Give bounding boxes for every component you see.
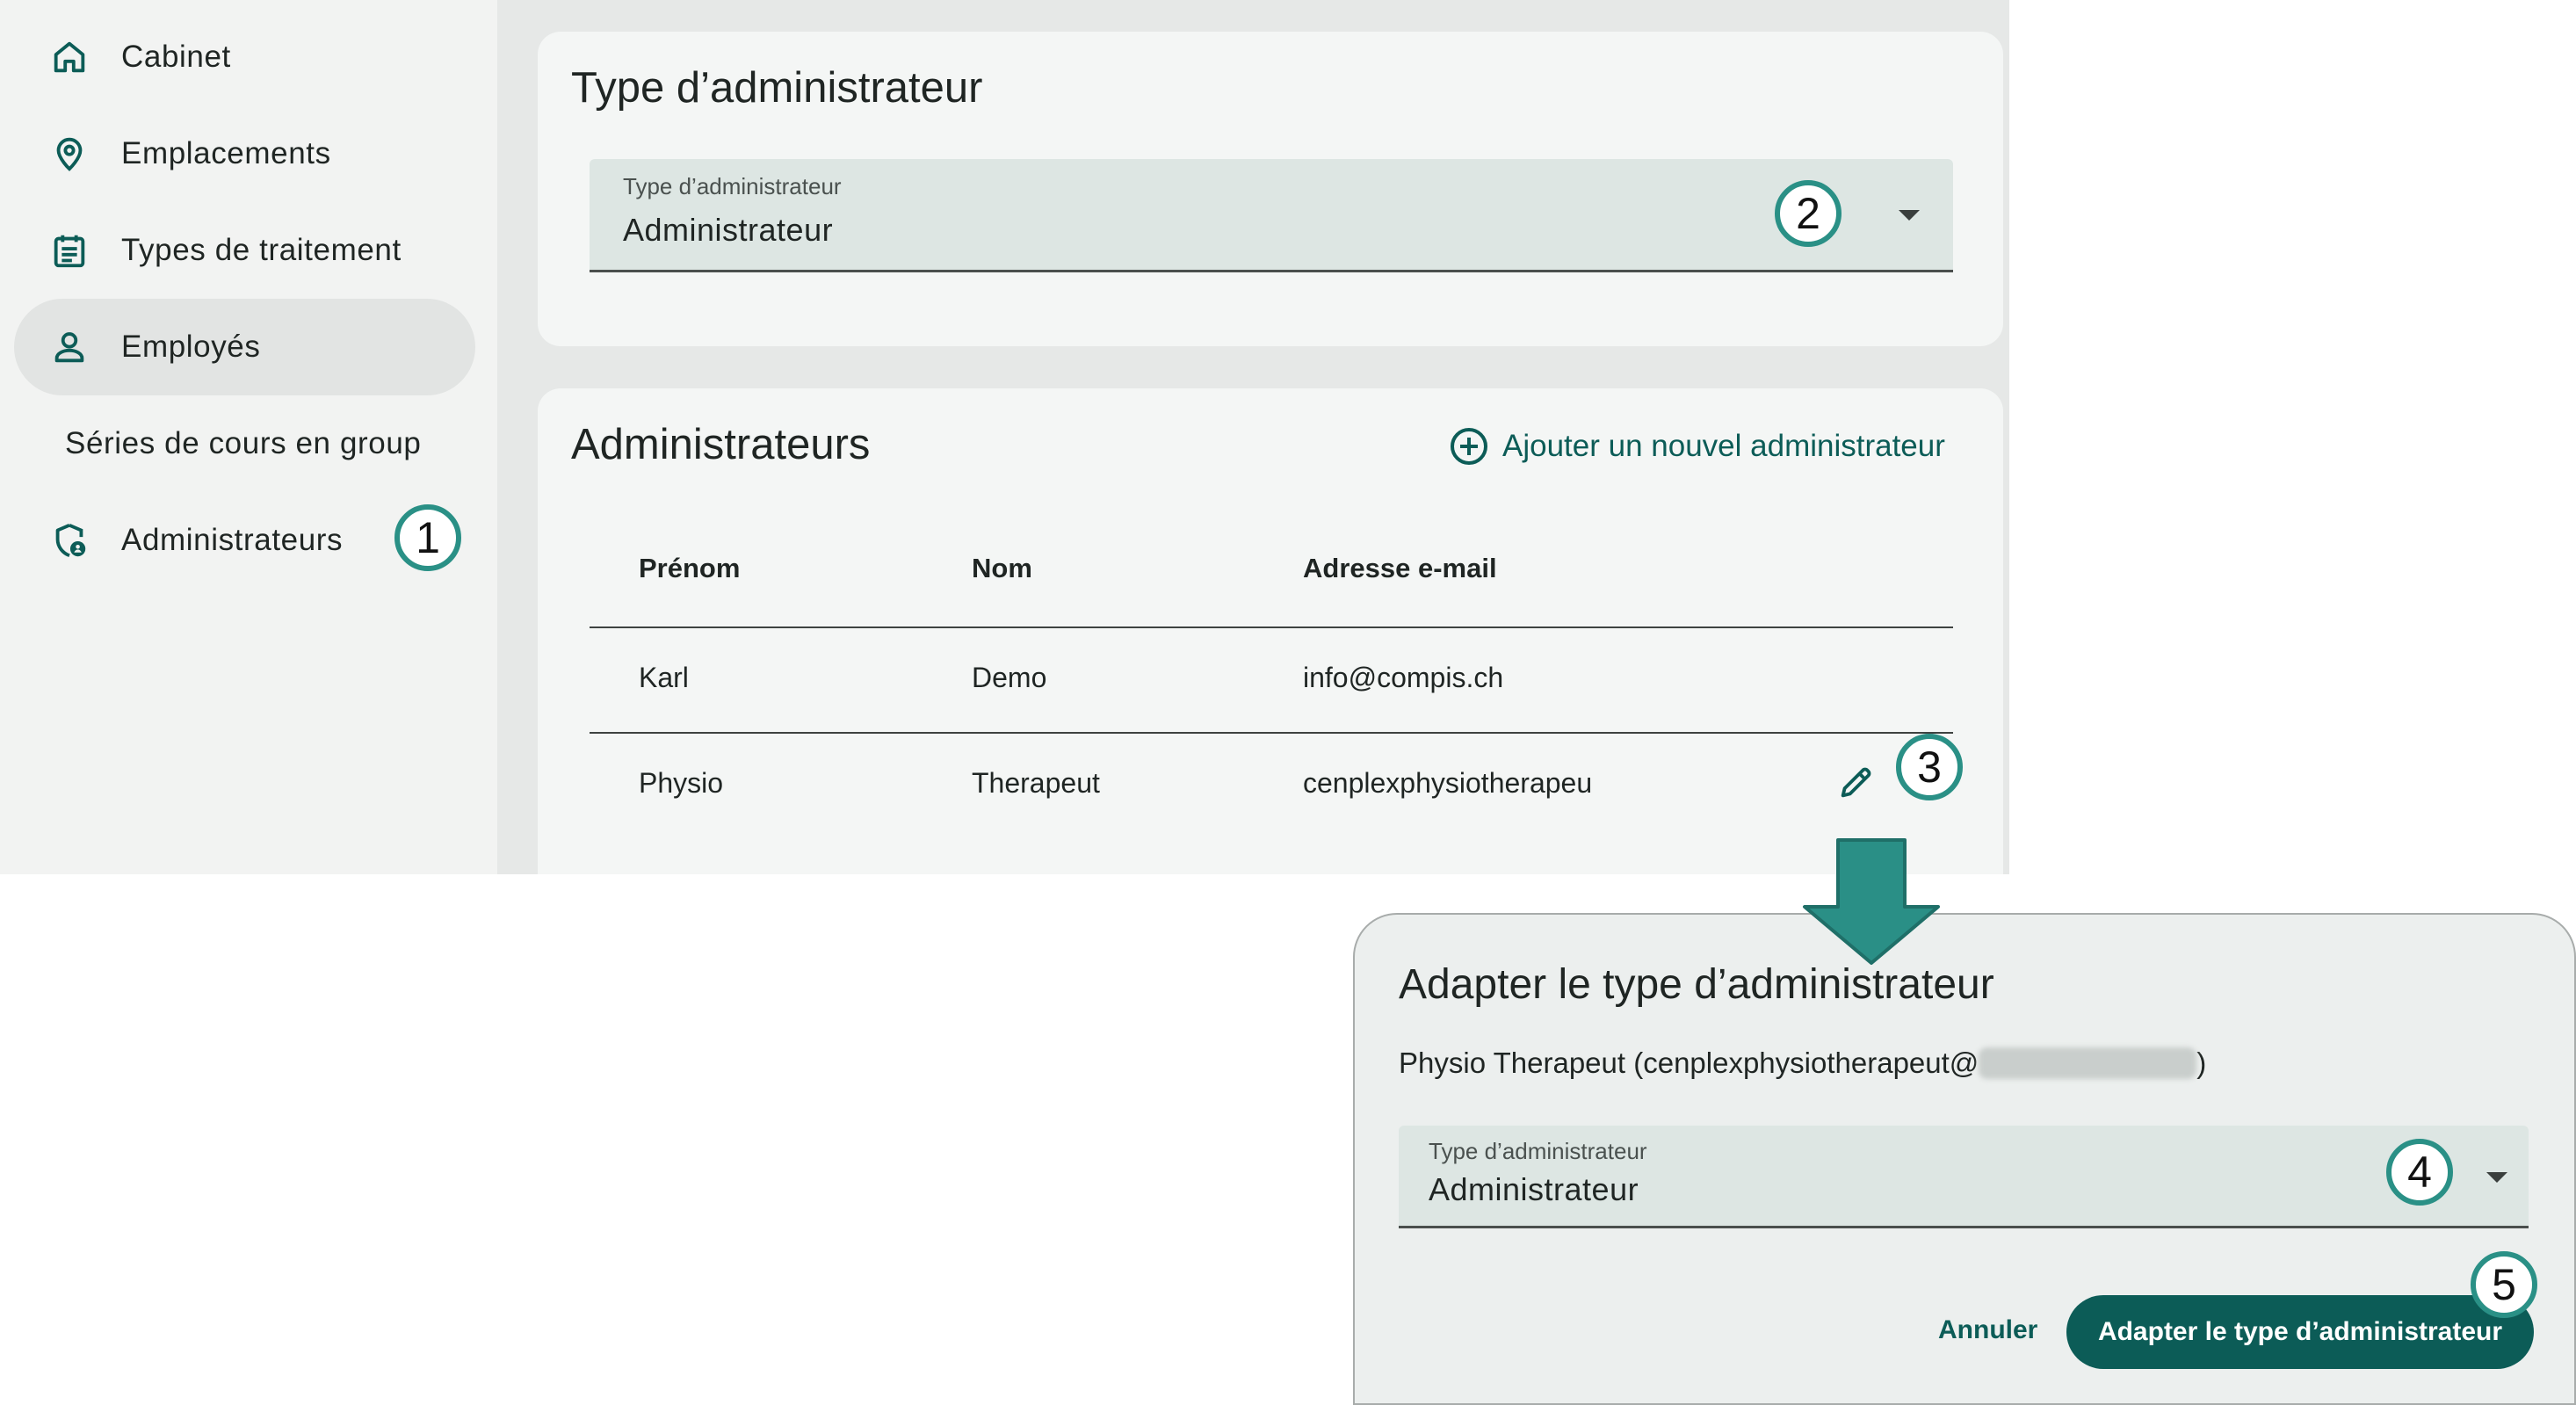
- column-header-email: Adresse e-mail: [1303, 553, 1497, 583]
- cell-email: cenplexphysiotherapeu: [1303, 767, 1593, 799]
- home-icon: [49, 37, 90, 77]
- redacted-email-domain: [1979, 1047, 2197, 1079]
- sidebar-item-emplacements[interactable]: Emplacements: [14, 105, 475, 202]
- callout-4: 4: [2386, 1139, 2453, 1206]
- cell-first-name: Karl: [639, 662, 689, 693]
- add-admin-button[interactable]: Ajouter un nouvel administrateur: [1448, 425, 1945, 467]
- adapt-type-button[interactable]: Adapter le type d’administrateur: [2066, 1295, 2534, 1369]
- edit-pencil-icon[interactable]: [1836, 762, 1877, 807]
- cancel-button[interactable]: Annuler: [1938, 1315, 2037, 1345]
- card-title: Administrateurs: [571, 421, 871, 468]
- callout-3: 3: [1896, 734, 1963, 800]
- callout-5: 5: [2471, 1251, 2537, 1318]
- sidebar: Cabinet Emplacements Types de traitement…: [0, 0, 497, 874]
- plus-circle-icon: [1448, 425, 1490, 467]
- sidebar-item-label: Types de traitement: [121, 233, 402, 267]
- sidebar-item-label: Séries de cours en group: [65, 426, 422, 460]
- admin-type-select[interactable]: Type d’administrateur Administrateur: [590, 159, 1953, 272]
- shield-user-icon: [49, 520, 90, 561]
- select-label: Type d’administrateur: [623, 173, 842, 199]
- column-header-prenom: Prénom: [639, 553, 741, 583]
- column-header-nom: Nom: [972, 553, 1032, 583]
- sidebar-item-employes[interactable]: Employés: [14, 299, 475, 395]
- cell-first-name: Physio: [639, 767, 724, 799]
- select-label: Type d’administrateur: [1429, 1138, 1647, 1164]
- subtitle-suffix: ): [2196, 1047, 2207, 1079]
- callout-1: 1: [394, 504, 461, 571]
- dialog-admin-type-select[interactable]: Type d’administrateur Administrateur: [1399, 1126, 2529, 1228]
- dialog-subtitle: Physio Therapeut (cenplexphysiotherapeut…: [1399, 1047, 2206, 1080]
- admin-type-card: Type d’administrateur Type d’administrat…: [538, 32, 2003, 346]
- chevron-down-icon: [1899, 210, 1920, 221]
- location-pin-icon: [49, 134, 90, 174]
- select-value: Administrateur: [623, 212, 834, 248]
- table-divider: [590, 626, 1953, 628]
- down-arrow-icon: [1803, 838, 1940, 965]
- table-divider: [590, 732, 1953, 734]
- calendar-list-icon: [49, 230, 90, 271]
- cell-last-name: Demo: [972, 662, 1047, 693]
- sidebar-item-types-de-traitement[interactable]: Types de traitement: [14, 202, 475, 299]
- card-title: Type d’administrateur: [571, 64, 983, 112]
- sidebar-item-label: Administrateurs: [121, 523, 344, 557]
- sidebar-item-label: Emplacements: [121, 136, 331, 170]
- sidebar-item-cabinet[interactable]: Cabinet: [14, 9, 475, 105]
- cell-email: info@compis.ch: [1303, 662, 1504, 693]
- cell-last-name: Therapeut: [972, 767, 1100, 799]
- administrators-card: Administrateurs Ajouter un nouvel admini…: [538, 388, 2003, 874]
- chevron-down-icon: [2486, 1172, 2507, 1183]
- sidebar-item-series-de-cours[interactable]: Séries de cours en group: [14, 395, 475, 492]
- sidebar-item-label: Cabinet: [121, 40, 231, 74]
- callout-2: 2: [1775, 180, 1842, 247]
- sidebar-item-label: Employés: [121, 330, 261, 364]
- subtitle-prefix: Physio Therapeut (cenplexphysiotherapeut…: [1399, 1047, 1979, 1079]
- add-admin-label: Ajouter un nouvel administrateur: [1502, 429, 1945, 463]
- person-icon: [49, 327, 90, 367]
- select-value: Administrateur: [1429, 1171, 1639, 1207]
